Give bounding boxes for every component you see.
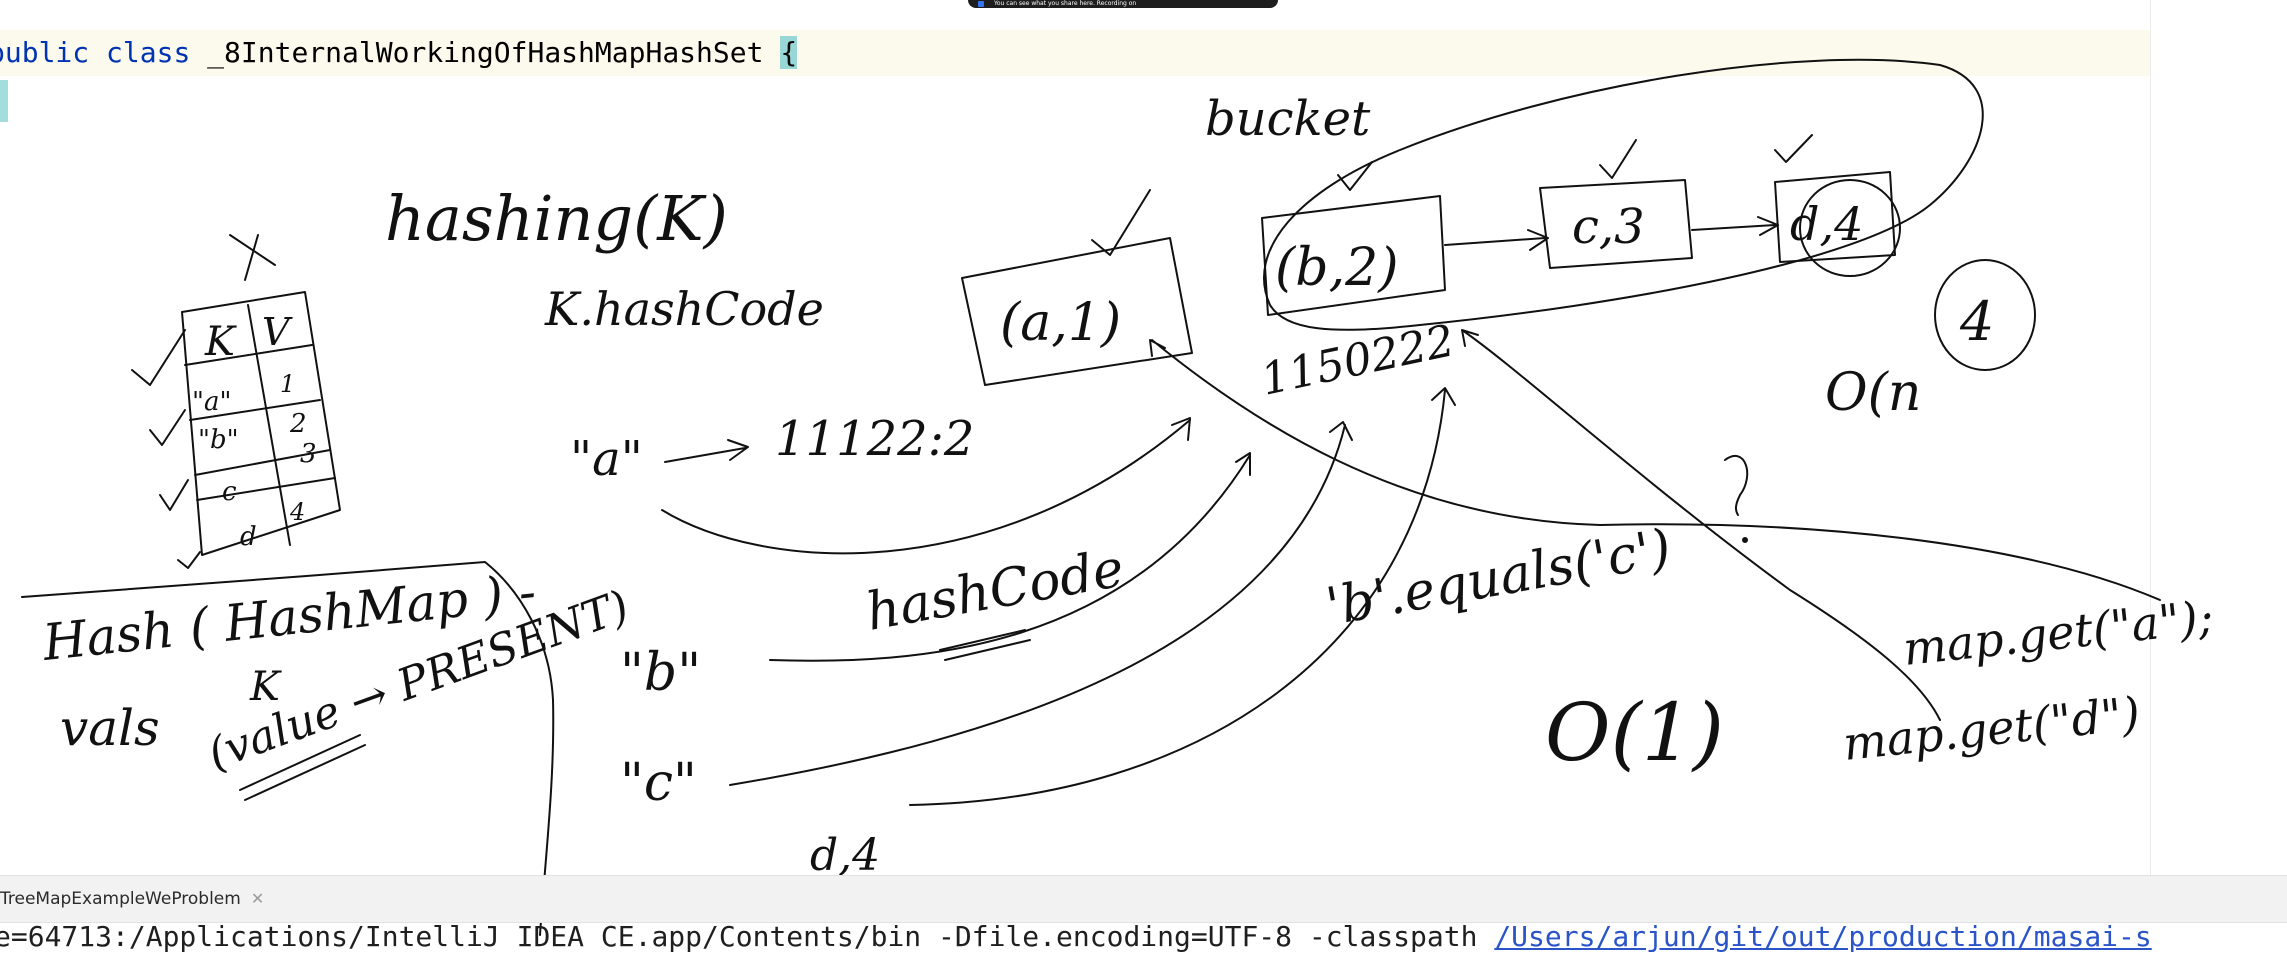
right-margin-guide <box>2150 0 2151 875</box>
code-editor[interactable]: public class _8InternalWorkingOfHashMapH… <box>0 0 2287 875</box>
keyword-class: class <box>106 36 191 69</box>
screen-share-notification[interactable]: You can see what you share here. Recordi… <box>968 0 1278 8</box>
console-output-line: e=64713:/Applications/IntelliJ IDEA CE.a… <box>0 922 2152 952</box>
gutter-line-marker <box>0 80 8 122</box>
console-command-text: e=64713:/Applications/IntelliJ IDEA CE.a… <box>0 920 1495 953</box>
console-classpath-link[interactable]: /Users/arjun/git/out/production/masai-s <box>1494 920 2151 953</box>
run-tab-label: TreeMapExampleWeProblem <box>0 889 241 909</box>
run-tab[interactable]: TreeMapExampleWeProblem ✕ <box>0 876 276 922</box>
run-tool-window-tabbar: TreeMapExampleWeProblem ✕ <box>0 875 2287 923</box>
code-line[interactable]: public class _8InternalWorkingOfHashMapH… <box>0 30 798 76</box>
share-indicator-icon <box>978 1 984 7</box>
open-brace-matched: { <box>780 36 798 69</box>
keyword-public: public <box>0 36 90 69</box>
notification-text: You can see what you share here. Recordi… <box>994 0 1137 7</box>
class-name: _8InternalWorkingOfHashMapHashSet <box>207 36 764 69</box>
close-icon[interactable]: ✕ <box>251 889 264 908</box>
